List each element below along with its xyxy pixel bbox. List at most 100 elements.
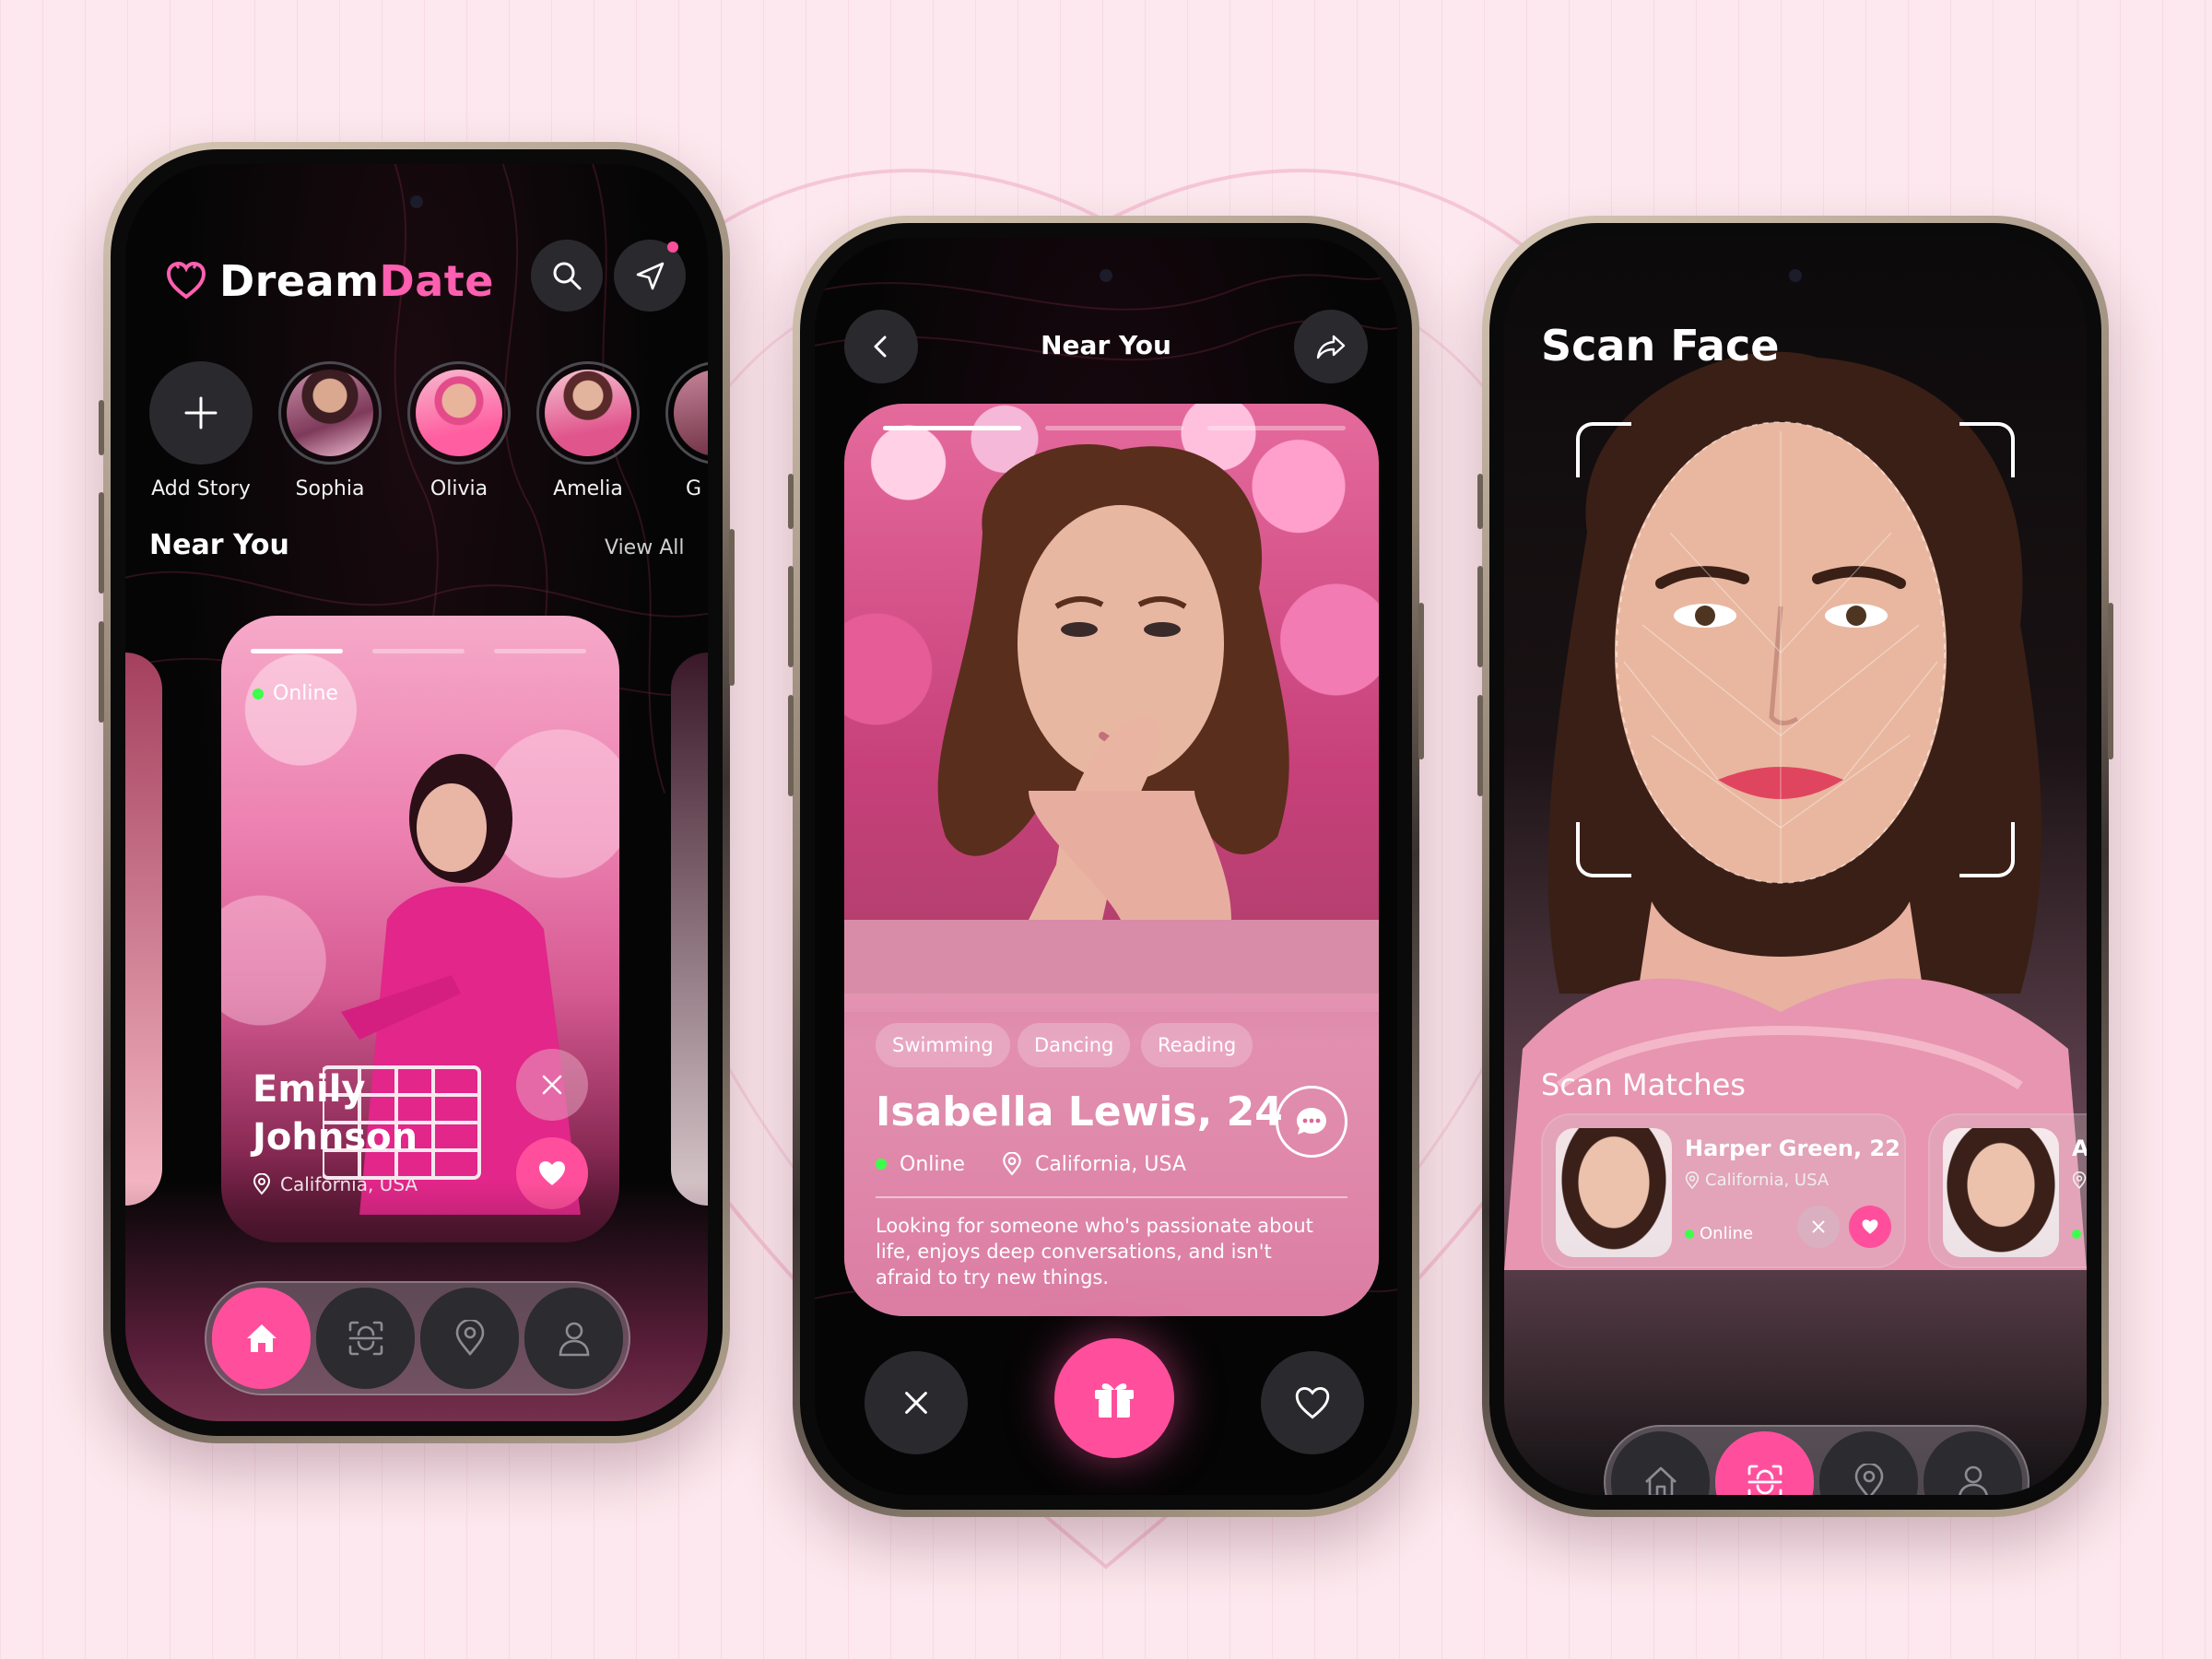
profile-meta: Online California, USA xyxy=(876,1152,1186,1176)
story-add[interactable]: Add Story xyxy=(149,361,253,500)
match-status: Online xyxy=(1685,1224,1753,1243)
home-screen: DreamDate Add Story Sophia Olivia Amelia… xyxy=(125,164,708,1421)
avatar xyxy=(545,370,631,456)
location-pin-icon xyxy=(1685,1171,1700,1189)
interest-tag[interactable]: Swimming xyxy=(876,1023,1010,1067)
nav-location[interactable] xyxy=(1819,1431,1918,1495)
scan-face-icon xyxy=(348,1321,382,1356)
location-pin-icon xyxy=(2072,1171,2087,1189)
prev-card-peek[interactable] xyxy=(125,653,162,1206)
profile-icon xyxy=(1958,1465,1988,1495)
phone-scan-face: Scan Face Scan Matches Harper Green, 22 … xyxy=(1477,216,2113,1517)
story-progress xyxy=(883,426,1346,430)
notification-dot xyxy=(667,241,678,253)
profile-icon xyxy=(559,1322,589,1357)
match-name: Ab xyxy=(2072,1135,2087,1161)
home-icon xyxy=(246,1324,276,1352)
story-label: G xyxy=(686,477,702,500)
match-photo xyxy=(1943,1128,2059,1257)
interest-tag[interactable]: Dancing xyxy=(1018,1023,1131,1067)
story-sophia[interactable]: Sophia xyxy=(278,361,382,500)
like-button[interactable] xyxy=(1261,1351,1364,1454)
story-label: Sophia xyxy=(295,477,365,500)
scan-frame-corner xyxy=(1576,822,1631,877)
profile-photo xyxy=(844,444,1379,1012)
scan-frame-corner xyxy=(1959,422,2015,477)
avatar xyxy=(674,370,708,456)
story-label: Amelia xyxy=(553,477,623,500)
profile-bio: Looking for someone who's passionate abo… xyxy=(876,1215,1313,1288)
share-icon xyxy=(1316,335,1346,359)
scan-face-screen: Scan Face Scan Matches Harper Green, 22 … xyxy=(1504,238,2087,1495)
search-button[interactable] xyxy=(531,240,603,312)
divider xyxy=(876,1196,1347,1198)
nav-location[interactable] xyxy=(420,1288,519,1389)
send-icon xyxy=(636,262,665,290)
story-label: Olivia xyxy=(429,477,488,500)
location-icon xyxy=(1854,1464,1883,1495)
match-name: Harper Green, 22 xyxy=(1685,1135,1900,1161)
match-card[interactable]: Harper Green, 22 California, USA Online xyxy=(1541,1113,1906,1268)
dislike-button[interactable] xyxy=(516,1049,588,1121)
page-title: Scan Face xyxy=(1541,321,1780,371)
match-location: California, USA xyxy=(1685,1171,1829,1190)
nav-profile[interactable] xyxy=(1924,1431,2022,1495)
profile-name: Isabella Lewis, 24 xyxy=(876,1088,1283,1135)
phone-profile-detail: Near You Swimming Dancing Reading Isabel… xyxy=(788,216,1424,1517)
section-title: Scan Matches xyxy=(1541,1067,1746,1102)
next-card-peek[interactable] xyxy=(671,653,708,1206)
avatar xyxy=(416,370,502,456)
close-icon xyxy=(905,1392,927,1414)
match-card[interactable]: Ab C O xyxy=(1928,1113,2087,1268)
home-icon xyxy=(1644,1466,1677,1495)
story-progress xyxy=(251,649,586,653)
add-story-avatar xyxy=(149,361,253,465)
avatar xyxy=(287,370,373,456)
location-pin-icon xyxy=(1003,1152,1021,1176)
bottom-nav xyxy=(1604,1425,2030,1495)
story-amelia[interactable]: Amelia xyxy=(536,361,640,500)
messages-button[interactable] xyxy=(614,240,686,312)
story-olivia[interactable]: Olivia xyxy=(407,361,511,500)
profile-detail-screen: Near You Swimming Dancing Reading Isabel… xyxy=(815,238,1397,1495)
bottom-nav xyxy=(205,1281,630,1395)
profile-card[interactable]: Online EmilyJohnson California, USA xyxy=(221,616,619,1242)
app-name: DreamDate xyxy=(219,256,494,306)
match-status: O xyxy=(2072,1224,2087,1243)
nav-scan[interactable] xyxy=(316,1288,415,1389)
like-match-button[interactable] xyxy=(1849,1206,1891,1248)
nav-home[interactable] xyxy=(1611,1431,1710,1495)
chat-button[interactable] xyxy=(1276,1086,1347,1158)
section-title: Near You xyxy=(149,529,289,561)
online-dot xyxy=(253,688,264,700)
story-partial[interactable]: G xyxy=(665,361,708,500)
scan-frame-corner xyxy=(1959,822,2015,877)
plus-icon xyxy=(184,396,218,429)
heart-outline-icon xyxy=(1295,1386,1330,1419)
dismiss-match-button[interactable] xyxy=(1797,1206,1840,1248)
search-icon xyxy=(553,262,582,290)
share-button[interactable] xyxy=(1294,310,1368,383)
heart-icon xyxy=(1862,1219,1878,1234)
phone-home: DreamDate Add Story Sophia Olivia Amelia… xyxy=(99,142,735,1443)
status-badge: Online xyxy=(253,682,338,705)
nav-scan[interactable] xyxy=(1715,1431,1814,1495)
story-label: Add Story xyxy=(151,477,251,500)
interest-tag[interactable]: Reading xyxy=(1141,1023,1253,1067)
gift-icon xyxy=(1095,1383,1134,1418)
dislike-button[interactable] xyxy=(865,1351,968,1454)
close-icon xyxy=(1812,1220,1825,1233)
status-text: Online xyxy=(900,1152,965,1176)
profile-card[interactable]: Swimming Dancing Reading Isabella Lewis,… xyxy=(844,404,1379,1316)
online-dot xyxy=(876,1159,887,1170)
nav-home[interactable] xyxy=(212,1288,311,1389)
gift-button[interactable] xyxy=(1054,1338,1174,1458)
match-photo xyxy=(1556,1128,1672,1257)
nav-profile[interactable] xyxy=(524,1288,623,1389)
heart-logo-icon xyxy=(166,261,206,300)
close-icon xyxy=(542,1075,562,1095)
match-location: C xyxy=(2072,1171,2087,1190)
view-all-link[interactable]: View All xyxy=(605,536,684,559)
chat-bubble-icon xyxy=(1297,1108,1326,1135)
scan-face-icon xyxy=(1747,1465,1782,1495)
